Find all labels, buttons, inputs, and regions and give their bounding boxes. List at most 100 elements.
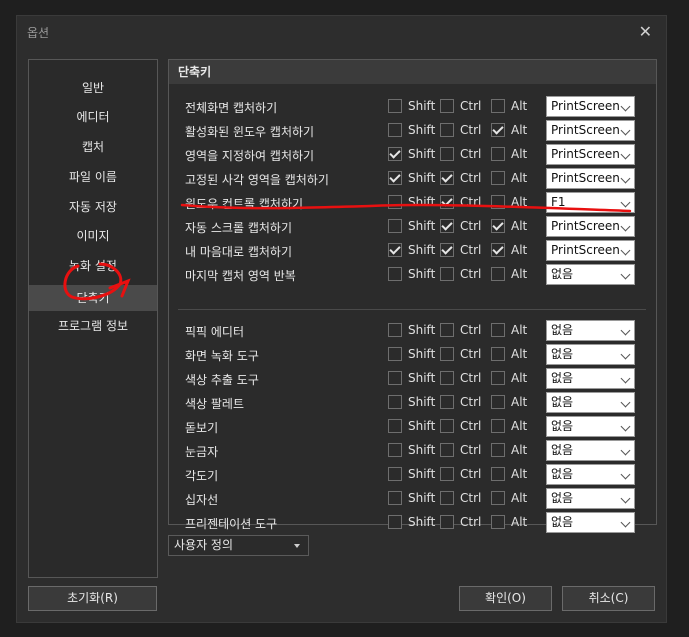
shortcut-label: 각도기 <box>185 469 219 483</box>
alt-checkbox[interactable] <box>491 195 505 209</box>
ctrl-checkbox[interactable] <box>440 443 454 457</box>
shortcut-row: 내 마음대로 캡처하기 Shift Ctrl Alt PrintScreen <box>169 240 656 262</box>
key-select[interactable]: 없음 <box>546 440 635 461</box>
key-select-value: PrintScreen <box>551 219 620 233</box>
ctrl-checkbox[interactable] <box>440 395 454 409</box>
key-select[interactable]: 없음 <box>546 512 635 533</box>
shift-checkbox[interactable] <box>388 347 402 361</box>
ctrl-label: Ctrl <box>460 395 482 409</box>
key-select[interactable]: PrintScreen <box>546 168 635 189</box>
alt-checkbox[interactable] <box>491 443 505 457</box>
alt-checkbox[interactable] <box>491 219 505 233</box>
ctrl-checkbox[interactable] <box>440 371 454 385</box>
shift-checkbox[interactable] <box>388 443 402 457</box>
shift-checkbox[interactable] <box>388 171 402 185</box>
alt-checkbox[interactable] <box>491 419 505 433</box>
alt-checkbox[interactable] <box>491 267 505 281</box>
alt-checkbox[interactable] <box>491 467 505 481</box>
sidebar-item[interactable]: 녹화 설정 <box>29 253 157 279</box>
sidebar-item[interactable]: 프로그램 정보 <box>29 313 157 339</box>
shift-checkbox[interactable] <box>388 195 402 209</box>
alt-checkbox[interactable] <box>491 323 505 337</box>
sidebar-item[interactable]: 자동 저장 <box>29 194 157 220</box>
alt-checkbox[interactable] <box>491 491 505 505</box>
sidebar-item[interactable]: 단축키 <box>29 285 157 311</box>
ctrl-checkbox[interactable] <box>440 243 454 257</box>
alt-checkbox[interactable] <box>491 123 505 137</box>
key-select[interactable]: PrintScreen <box>546 120 635 141</box>
close-icon[interactable]: ✕ <box>639 22 652 41</box>
shift-checkbox[interactable] <box>388 467 402 481</box>
ctrl-checkbox[interactable] <box>440 195 454 209</box>
sidebar-item[interactable]: 파일 이름 <box>29 164 157 190</box>
alt-checkbox[interactable] <box>491 395 505 409</box>
window-title: 옵션 <box>27 26 50 40</box>
alt-checkbox[interactable] <box>491 171 505 185</box>
key-select[interactable]: 없음 <box>546 264 635 285</box>
sidebar-item[interactable]: 일반 <box>29 75 157 101</box>
shift-label: Shift <box>408 467 436 481</box>
shift-checkbox[interactable] <box>388 219 402 233</box>
shortcut-label: 색상 팔레트 <box>185 397 245 411</box>
ctrl-checkbox[interactable] <box>440 99 454 113</box>
ctrl-checkbox[interactable] <box>440 267 454 281</box>
shift-label: Shift <box>408 195 436 209</box>
key-select-value: 없음 <box>551 419 574 433</box>
reset-button[interactable]: 초기화(R) <box>28 586 157 611</box>
key-select[interactable]: 없음 <box>546 488 635 509</box>
ctrl-checkbox[interactable] <box>440 491 454 505</box>
ctrl-checkbox[interactable] <box>440 419 454 433</box>
sidebar-item[interactable]: 캡처 <box>29 134 157 160</box>
key-select[interactable]: PrintScreen <box>546 144 635 165</box>
shift-checkbox[interactable] <box>388 323 402 337</box>
shift-checkbox[interactable] <box>388 371 402 385</box>
sidebar-item[interactable]: 에디터 <box>29 104 157 130</box>
ok-button[interactable]: 확인(O) <box>459 586 552 611</box>
shortcut-row: 십자선 Shift Ctrl Alt 없음 <box>169 488 656 510</box>
shift-checkbox[interactable] <box>388 123 402 137</box>
shift-checkbox[interactable] <box>388 515 402 529</box>
shift-checkbox[interactable] <box>388 147 402 161</box>
alt-label: Alt <box>511 267 528 281</box>
alt-checkbox[interactable] <box>491 347 505 361</box>
key-select[interactable]: PrintScreen <box>546 216 635 237</box>
shift-checkbox[interactable] <box>388 491 402 505</box>
key-select[interactable]: 없음 <box>546 320 635 341</box>
key-select-value: 없음 <box>551 443 574 457</box>
key-select[interactable]: 없음 <box>546 392 635 413</box>
key-select[interactable]: 없음 <box>546 464 635 485</box>
ctrl-checkbox[interactable] <box>440 347 454 361</box>
preset-select[interactable]: 사용자 정의 <box>168 535 309 556</box>
key-select[interactable]: 없음 <box>546 344 635 365</box>
ctrl-checkbox[interactable] <box>440 147 454 161</box>
ctrl-checkbox[interactable] <box>440 123 454 137</box>
alt-checkbox[interactable] <box>491 515 505 529</box>
alt-checkbox[interactable] <box>491 371 505 385</box>
key-select[interactable]: 없음 <box>546 368 635 389</box>
key-select[interactable]: PrintScreen <box>546 240 635 261</box>
shift-checkbox[interactable] <box>388 243 402 257</box>
shift-checkbox[interactable] <box>388 267 402 281</box>
cancel-button[interactable]: 취소(C) <box>562 586 655 611</box>
key-select[interactable]: F1 <box>546 192 635 213</box>
shift-checkbox[interactable] <box>388 419 402 433</box>
ctrl-checkbox[interactable] <box>440 323 454 337</box>
alt-checkbox[interactable] <box>491 99 505 113</box>
ctrl-checkbox[interactable] <box>440 467 454 481</box>
ctrl-checkbox[interactable] <box>440 171 454 185</box>
shift-checkbox[interactable] <box>388 395 402 409</box>
sidebar-item[interactable]: 이미지 <box>29 223 157 249</box>
chevron-down-icon <box>620 397 631 408</box>
key-select[interactable]: 없음 <box>546 416 635 437</box>
ctrl-checkbox[interactable] <box>440 219 454 233</box>
ctrl-label: Ctrl <box>460 147 482 161</box>
ctrl-label: Ctrl <box>460 243 482 257</box>
shortcut-label: 십자선 <box>185 493 219 507</box>
ctrl-checkbox[interactable] <box>440 515 454 529</box>
preset-select-value: 사용자 정의 <box>174 538 234 552</box>
alt-checkbox[interactable] <box>491 147 505 161</box>
shift-checkbox[interactable] <box>388 99 402 113</box>
alt-checkbox[interactable] <box>491 243 505 257</box>
key-select[interactable]: PrintScreen <box>546 96 635 117</box>
shortcut-row: 색상 팔레트 Shift Ctrl Alt 없음 <box>169 392 656 414</box>
